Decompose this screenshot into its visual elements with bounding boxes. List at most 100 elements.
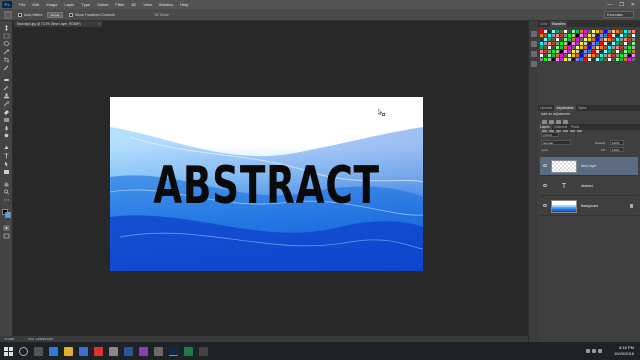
swatch[interactable] (548, 46, 551, 49)
swatch[interactable] (612, 30, 615, 33)
swatch[interactable] (632, 34, 635, 37)
swatch[interactable] (628, 50, 631, 53)
swatch[interactable] (620, 54, 623, 57)
swatch[interactable] (600, 54, 603, 57)
swatch[interactable] (616, 50, 619, 53)
word-icon[interactable] (124, 346, 133, 356)
swatch[interactable] (556, 58, 559, 61)
swatch[interactable] (548, 54, 551, 57)
swatch[interactable] (588, 50, 591, 53)
menu-layer[interactable]: Layer (64, 2, 74, 7)
tab-paths[interactable]: Paths (569, 124, 581, 130)
swatch[interactable] (540, 42, 543, 45)
menu-file[interactable]: File (19, 2, 25, 7)
swatch[interactable] (620, 38, 623, 41)
swatch[interactable] (564, 46, 567, 49)
swatch[interactable] (604, 30, 607, 33)
swatch[interactable] (608, 50, 611, 53)
quick-mask-icon[interactable] (3, 225, 10, 231)
swatch[interactable] (600, 38, 603, 41)
swatch[interactable] (540, 54, 543, 57)
blur-tool-icon[interactable] (3, 125, 10, 131)
swatch[interactable] (632, 38, 635, 41)
swatch[interactable] (576, 54, 579, 57)
visibility-eye-icon[interactable] (543, 184, 547, 187)
swatch[interactable] (604, 58, 607, 61)
swatch[interactable] (632, 42, 635, 45)
swatch[interactable] (624, 34, 627, 37)
swatch[interactable] (580, 54, 583, 57)
task-view-icon[interactable] (34, 346, 43, 356)
swatch[interactable] (576, 38, 579, 41)
swatch[interactable] (624, 50, 627, 53)
swatch[interactable] (612, 34, 615, 37)
swatch[interactable] (540, 46, 543, 49)
swatch[interactable] (572, 58, 575, 61)
swatch[interactable] (588, 38, 591, 41)
swatch[interactable] (548, 42, 551, 45)
swatch[interactable] (540, 34, 543, 37)
swatch[interactable] (540, 30, 543, 33)
clone-stamp-tool-icon[interactable] (3, 93, 10, 99)
swatch[interactable] (628, 46, 631, 49)
crop-tool-icon[interactable] (3, 57, 10, 63)
tab-channels[interactable]: Channels (552, 124, 569, 130)
swatch[interactable] (624, 38, 627, 41)
edge-browser-icon[interactable] (49, 346, 58, 356)
swatch[interactable] (556, 30, 559, 33)
swatch[interactable] (620, 34, 623, 37)
swatch[interactable] (600, 58, 603, 61)
marquee-tool-icon[interactable] (3, 33, 10, 39)
lasso-tool-icon[interactable] (3, 41, 10, 47)
swatch[interactable] (604, 34, 607, 37)
swatch[interactable] (600, 30, 603, 33)
fill-field[interactable]: 100% (610, 147, 624, 152)
swatch[interactable] (568, 46, 571, 49)
swatch[interactable] (588, 54, 591, 57)
swatch[interactable] (576, 50, 579, 53)
swatch[interactable] (568, 58, 571, 61)
swatch[interactable] (576, 30, 579, 33)
excel-icon[interactable] (184, 346, 193, 356)
swatch[interactable] (552, 46, 555, 49)
search-icon[interactable] (19, 346, 28, 356)
swatch[interactable] (572, 46, 575, 49)
pen-tool-icon[interactable] (3, 145, 10, 151)
swatch[interactable] (624, 58, 627, 61)
restore-button[interactable]: ❐ (619, 2, 623, 8)
swatch[interactable] (624, 46, 627, 49)
swatch[interactable] (572, 30, 575, 33)
swatch[interactable] (592, 38, 595, 41)
swatch[interactable] (580, 46, 583, 49)
hand-tool-icon[interactable] (3, 181, 10, 187)
swatch[interactable] (560, 42, 563, 45)
swatch[interactable] (544, 46, 547, 49)
swatch[interactable] (616, 30, 619, 33)
history-panel-icon[interactable] (531, 31, 537, 37)
menu-help[interactable]: Help (180, 2, 188, 7)
menu-3d[interactable]: 3D (131, 2, 136, 7)
tab-libraries[interactable]: Libraries (538, 105, 554, 111)
move-tool-icon[interactable] (3, 25, 10, 31)
swatch[interactable] (628, 58, 631, 61)
swatch[interactable] (584, 54, 587, 57)
swatch[interactable] (616, 34, 619, 37)
layer-name[interactable]: Abstract (581, 184, 593, 188)
swatch[interactable] (608, 58, 611, 61)
swatch[interactable] (544, 54, 547, 57)
move-tool-preset-icon[interactable] (4, 10, 12, 19)
swatch[interactable] (572, 42, 575, 45)
zoom-tool-icon[interactable] (3, 189, 10, 195)
layer-name[interactable]: Background (581, 204, 598, 208)
swatch[interactable] (592, 46, 595, 49)
eyedropper-tool-icon[interactable] (3, 65, 10, 71)
swatch[interactable] (552, 42, 555, 45)
swatch[interactable] (564, 38, 567, 41)
swatch[interactable] (620, 50, 623, 53)
layer-row[interactable]: Background (540, 197, 638, 216)
menu-type[interactable]: Type (82, 2, 91, 7)
swatch[interactable] (560, 54, 563, 57)
eraser-tool-icon[interactable] (3, 109, 10, 115)
menu-edit[interactable]: Edit (32, 2, 39, 7)
swatch[interactable] (632, 50, 635, 53)
